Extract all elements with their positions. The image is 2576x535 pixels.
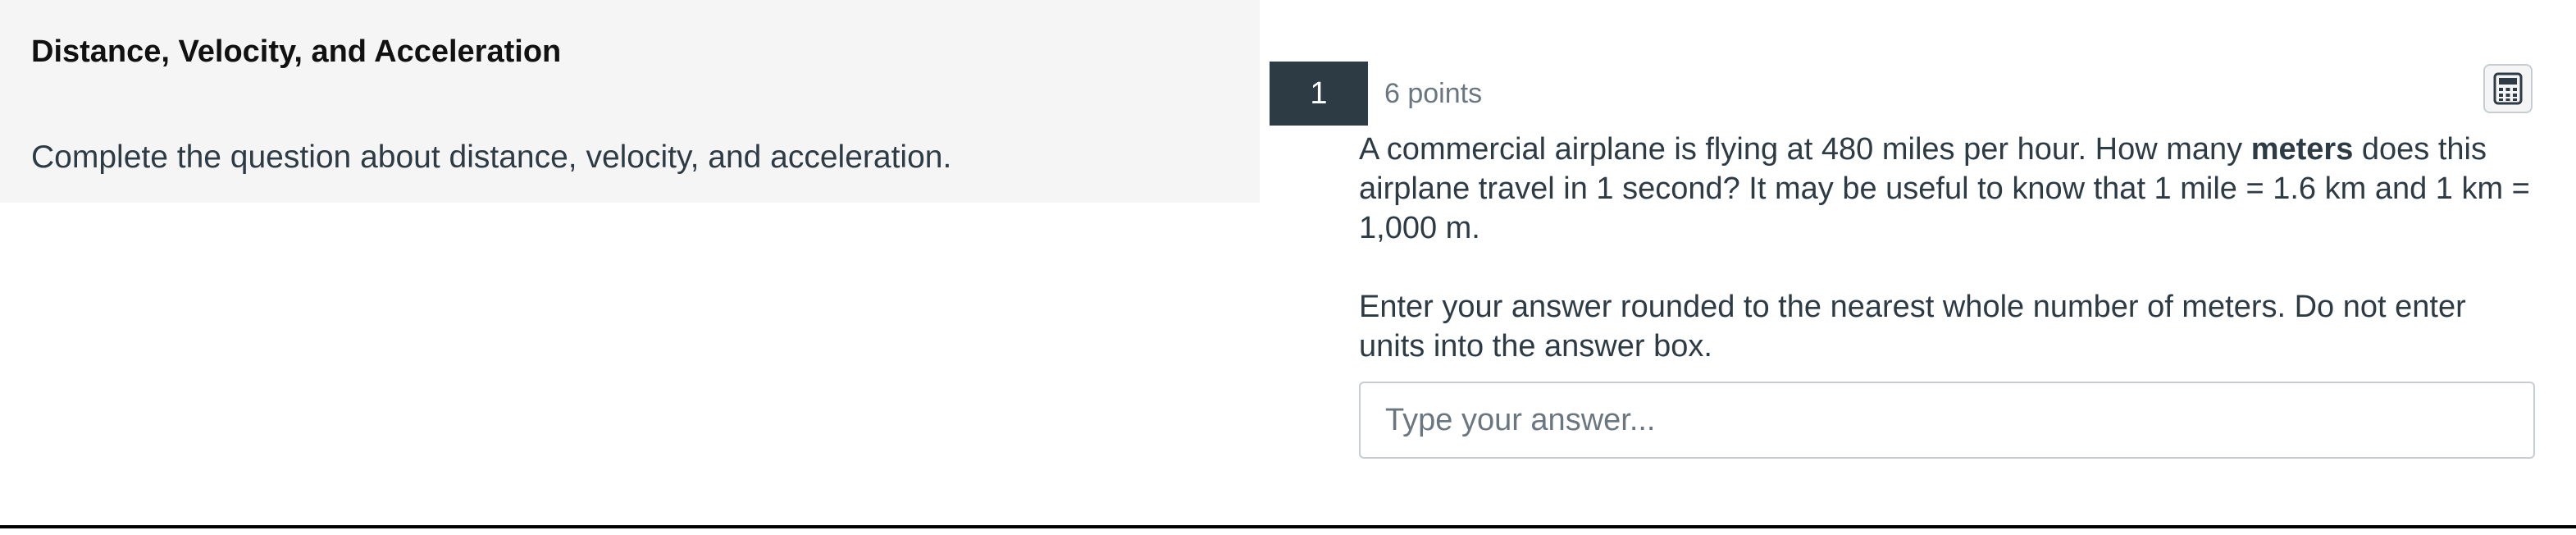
question-prompt: A commercial airplane is flying at 480 m…	[1359, 130, 2540, 248]
calculator-icon	[2493, 72, 2523, 105]
instructions-panel: Distance, Velocity, and Acceleration Com…	[0, 0, 1260, 203]
bottom-divider	[0, 525, 2576, 528]
question-number: 1	[1270, 62, 1368, 126]
question-prompt-emphasis: meters	[2250, 132, 2354, 167]
answer-input[interactable]	[1359, 382, 2535, 459]
section-description: Complete the question about distance, ve…	[31, 139, 952, 175]
question-instruction: Enter your answer rounded to the nearest…	[1359, 290, 2466, 364]
calculator-button[interactable]	[2483, 64, 2533, 113]
section-title: Distance, Velocity, and Acceleration	[31, 34, 562, 69]
question-text: A commercial airplane is flying at 480 m…	[1359, 130, 2540, 366]
question-prompt-start: A commercial airplane is flying at 480 m…	[1359, 132, 2251, 167]
question-points: 6 points	[1384, 78, 1483, 109]
